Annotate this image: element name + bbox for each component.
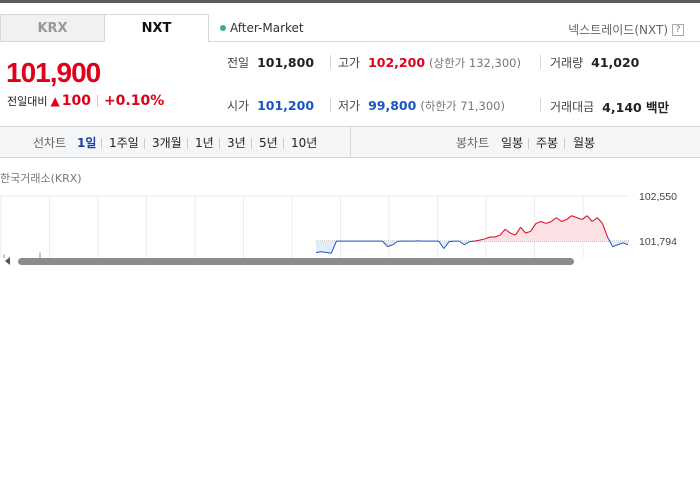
stat-value: 102,200 xyxy=(368,55,426,70)
change-percent: +0.10% xyxy=(103,93,165,109)
series-area xyxy=(571,215,577,242)
series-area xyxy=(535,221,542,242)
scroll-left-icon[interactable] xyxy=(5,257,10,265)
toolbar-separator xyxy=(101,138,102,149)
stat-separator xyxy=(330,55,331,69)
stat-trade-value: 거래대금 4,140 백만 xyxy=(550,97,669,116)
candle-weekly[interactable]: 주봉 xyxy=(536,127,558,158)
top-border xyxy=(0,0,700,3)
stat-open: 시가 101,200 xyxy=(227,97,314,114)
stat-separator xyxy=(540,98,541,112)
stat-prev-close: 전일 101,800 xyxy=(227,54,314,71)
change-separator xyxy=(96,95,98,107)
period-5y[interactable]: 5년 xyxy=(259,127,278,158)
change-label: 전일대비 xyxy=(7,95,48,108)
series-area xyxy=(520,227,526,242)
series-area xyxy=(561,219,567,242)
candle-daily[interactable]: 일봉 xyxy=(501,127,523,158)
period-10y[interactable]: 10년 xyxy=(291,127,317,158)
stat-label: 시가 xyxy=(227,99,250,113)
series-area xyxy=(500,229,506,242)
line-chart-label: 선차트 xyxy=(33,136,67,150)
series-area xyxy=(326,241,332,254)
toolbar-separator xyxy=(219,138,220,149)
help-icon[interactable]: ? xyxy=(672,23,684,36)
toolbar-separator xyxy=(283,138,284,149)
stat-value: 4,140 백만 xyxy=(602,100,670,115)
stat-label: 거래량 xyxy=(550,56,584,70)
series-area xyxy=(576,217,582,242)
series-area xyxy=(321,241,327,253)
toolbar-divider xyxy=(350,127,351,158)
toolbar-separator xyxy=(564,138,565,149)
series-area xyxy=(489,237,496,242)
nxt-link-label[interactable]: 넥스트레이드(NXT) xyxy=(568,21,668,38)
y-tick-label: 101,794 xyxy=(639,236,677,248)
chart-scrollbar-thumb[interactable] xyxy=(18,258,574,265)
series-area xyxy=(316,241,322,253)
stat-separator xyxy=(540,55,541,69)
toolbar-separator xyxy=(144,138,145,149)
toolbar-separator xyxy=(251,138,252,149)
period-3m[interactable]: 3개월 xyxy=(152,127,182,158)
period-1d[interactable]: 1일 xyxy=(77,127,96,158)
stat-high: 고가 102,200 (상한가 132,300) xyxy=(338,54,521,71)
chart-y-ticks: 102,550 101,794 xyxy=(639,191,677,248)
chart-title: 한국거래소(KRX) xyxy=(0,172,82,185)
change-amount: 100 xyxy=(61,93,91,109)
stat-value: 101,800 xyxy=(257,55,315,70)
price-chart[interactable]: 102,550 101,794 xyxy=(0,186,700,258)
series-area xyxy=(587,215,593,242)
toolbar-separator xyxy=(187,138,188,149)
stat-value: 101,200 xyxy=(257,98,315,113)
period-1y[interactable]: 1년 xyxy=(195,127,214,158)
stat-label: 전일 xyxy=(227,56,250,70)
candle-monthly[interactable]: 월봉 xyxy=(573,127,595,158)
current-price: 101,900 xyxy=(6,57,101,88)
tab-krx[interactable]: KRX xyxy=(0,14,105,42)
candle-chart-label: 봉차트 xyxy=(456,136,490,150)
stat-label: 거래대금 xyxy=(550,100,595,114)
series-area xyxy=(541,221,547,242)
stat-volume: 거래량 41,020 xyxy=(550,54,639,71)
toolbar-separator xyxy=(528,138,529,149)
nxt-link[interactable]: 넥스트레이드(NXT) ? xyxy=(568,21,684,38)
period-1w[interactable]: 1주일 xyxy=(109,127,139,158)
price-change: 전일대비 ▲ 100 +0.10% xyxy=(7,93,164,109)
series-area xyxy=(530,223,536,242)
stat-low: 저가 99,800 (하한가 71,300) xyxy=(338,97,505,114)
session-status: After-Market xyxy=(220,21,304,35)
series-segment xyxy=(469,240,475,243)
series-area xyxy=(546,221,552,242)
stat-label: 고가 xyxy=(338,56,361,70)
stat-label: 저가 xyxy=(338,99,361,113)
stat-value: 99,800 xyxy=(368,98,417,113)
chart-toolbar: 선차트 1일 1주일 3개월 1년 3년 5년 10년 봉차트 일봉 주봉 월봉 xyxy=(0,127,700,158)
period-3y[interactable]: 3년 xyxy=(227,127,246,158)
header-divider xyxy=(209,41,700,42)
stat-separator xyxy=(330,98,331,112)
status-dot-icon xyxy=(220,25,226,31)
stat-subvalue: (상한가 132,300) xyxy=(429,55,521,70)
stat-subvalue: (하한가 71,300) xyxy=(420,98,505,113)
series-segment xyxy=(448,240,455,243)
stat-value: 41,020 xyxy=(591,55,640,70)
session-label: After-Market xyxy=(230,21,304,35)
up-triangle-icon: ▲ xyxy=(50,94,60,108)
tab-nxt[interactable]: NXT xyxy=(104,14,209,42)
y-tick-label: 102,550 xyxy=(639,191,677,203)
